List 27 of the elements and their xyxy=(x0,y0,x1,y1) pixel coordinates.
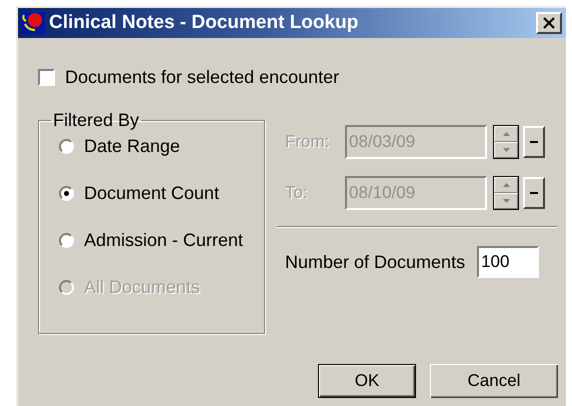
calendar-button[interactable] xyxy=(523,126,545,158)
radio-button[interactable] xyxy=(59,232,74,248)
dash-icon xyxy=(530,192,538,194)
encounter-checkbox[interactable] xyxy=(38,69,55,86)
down-arrow-icon xyxy=(502,199,510,203)
radio-button[interactable] xyxy=(59,138,74,154)
spin-control[interactable] xyxy=(493,125,519,159)
close-icon xyxy=(542,17,556,29)
group-title: Filtered By xyxy=(52,110,140,131)
close-button[interactable] xyxy=(536,12,562,34)
up-arrow-icon xyxy=(502,132,510,136)
dash-icon xyxy=(530,141,538,143)
radio-label: Date Range xyxy=(84,136,180,156)
up-arrow-icon xyxy=(502,183,510,187)
radio-label: Document Count xyxy=(84,182,220,204)
ok-button[interactable]: OK xyxy=(318,364,416,398)
calendar-button[interactable] xyxy=(523,177,545,209)
cancel-button[interactable]: Cancel xyxy=(430,364,558,398)
checkbox-label: Documents for selected encounter xyxy=(65,67,340,88)
count-label: Number of Documents xyxy=(285,252,466,272)
count-field[interactable]: 100 xyxy=(477,246,540,278)
down-arrow-icon xyxy=(502,148,510,152)
radio-button[interactable] xyxy=(59,186,74,200)
radio-label: Admission - Current xyxy=(84,230,244,250)
window-title: Clinical Notes - Document Lookup xyxy=(49,12,360,34)
spin-control[interactable] xyxy=(493,176,519,210)
app-logo-icon xyxy=(20,10,46,36)
